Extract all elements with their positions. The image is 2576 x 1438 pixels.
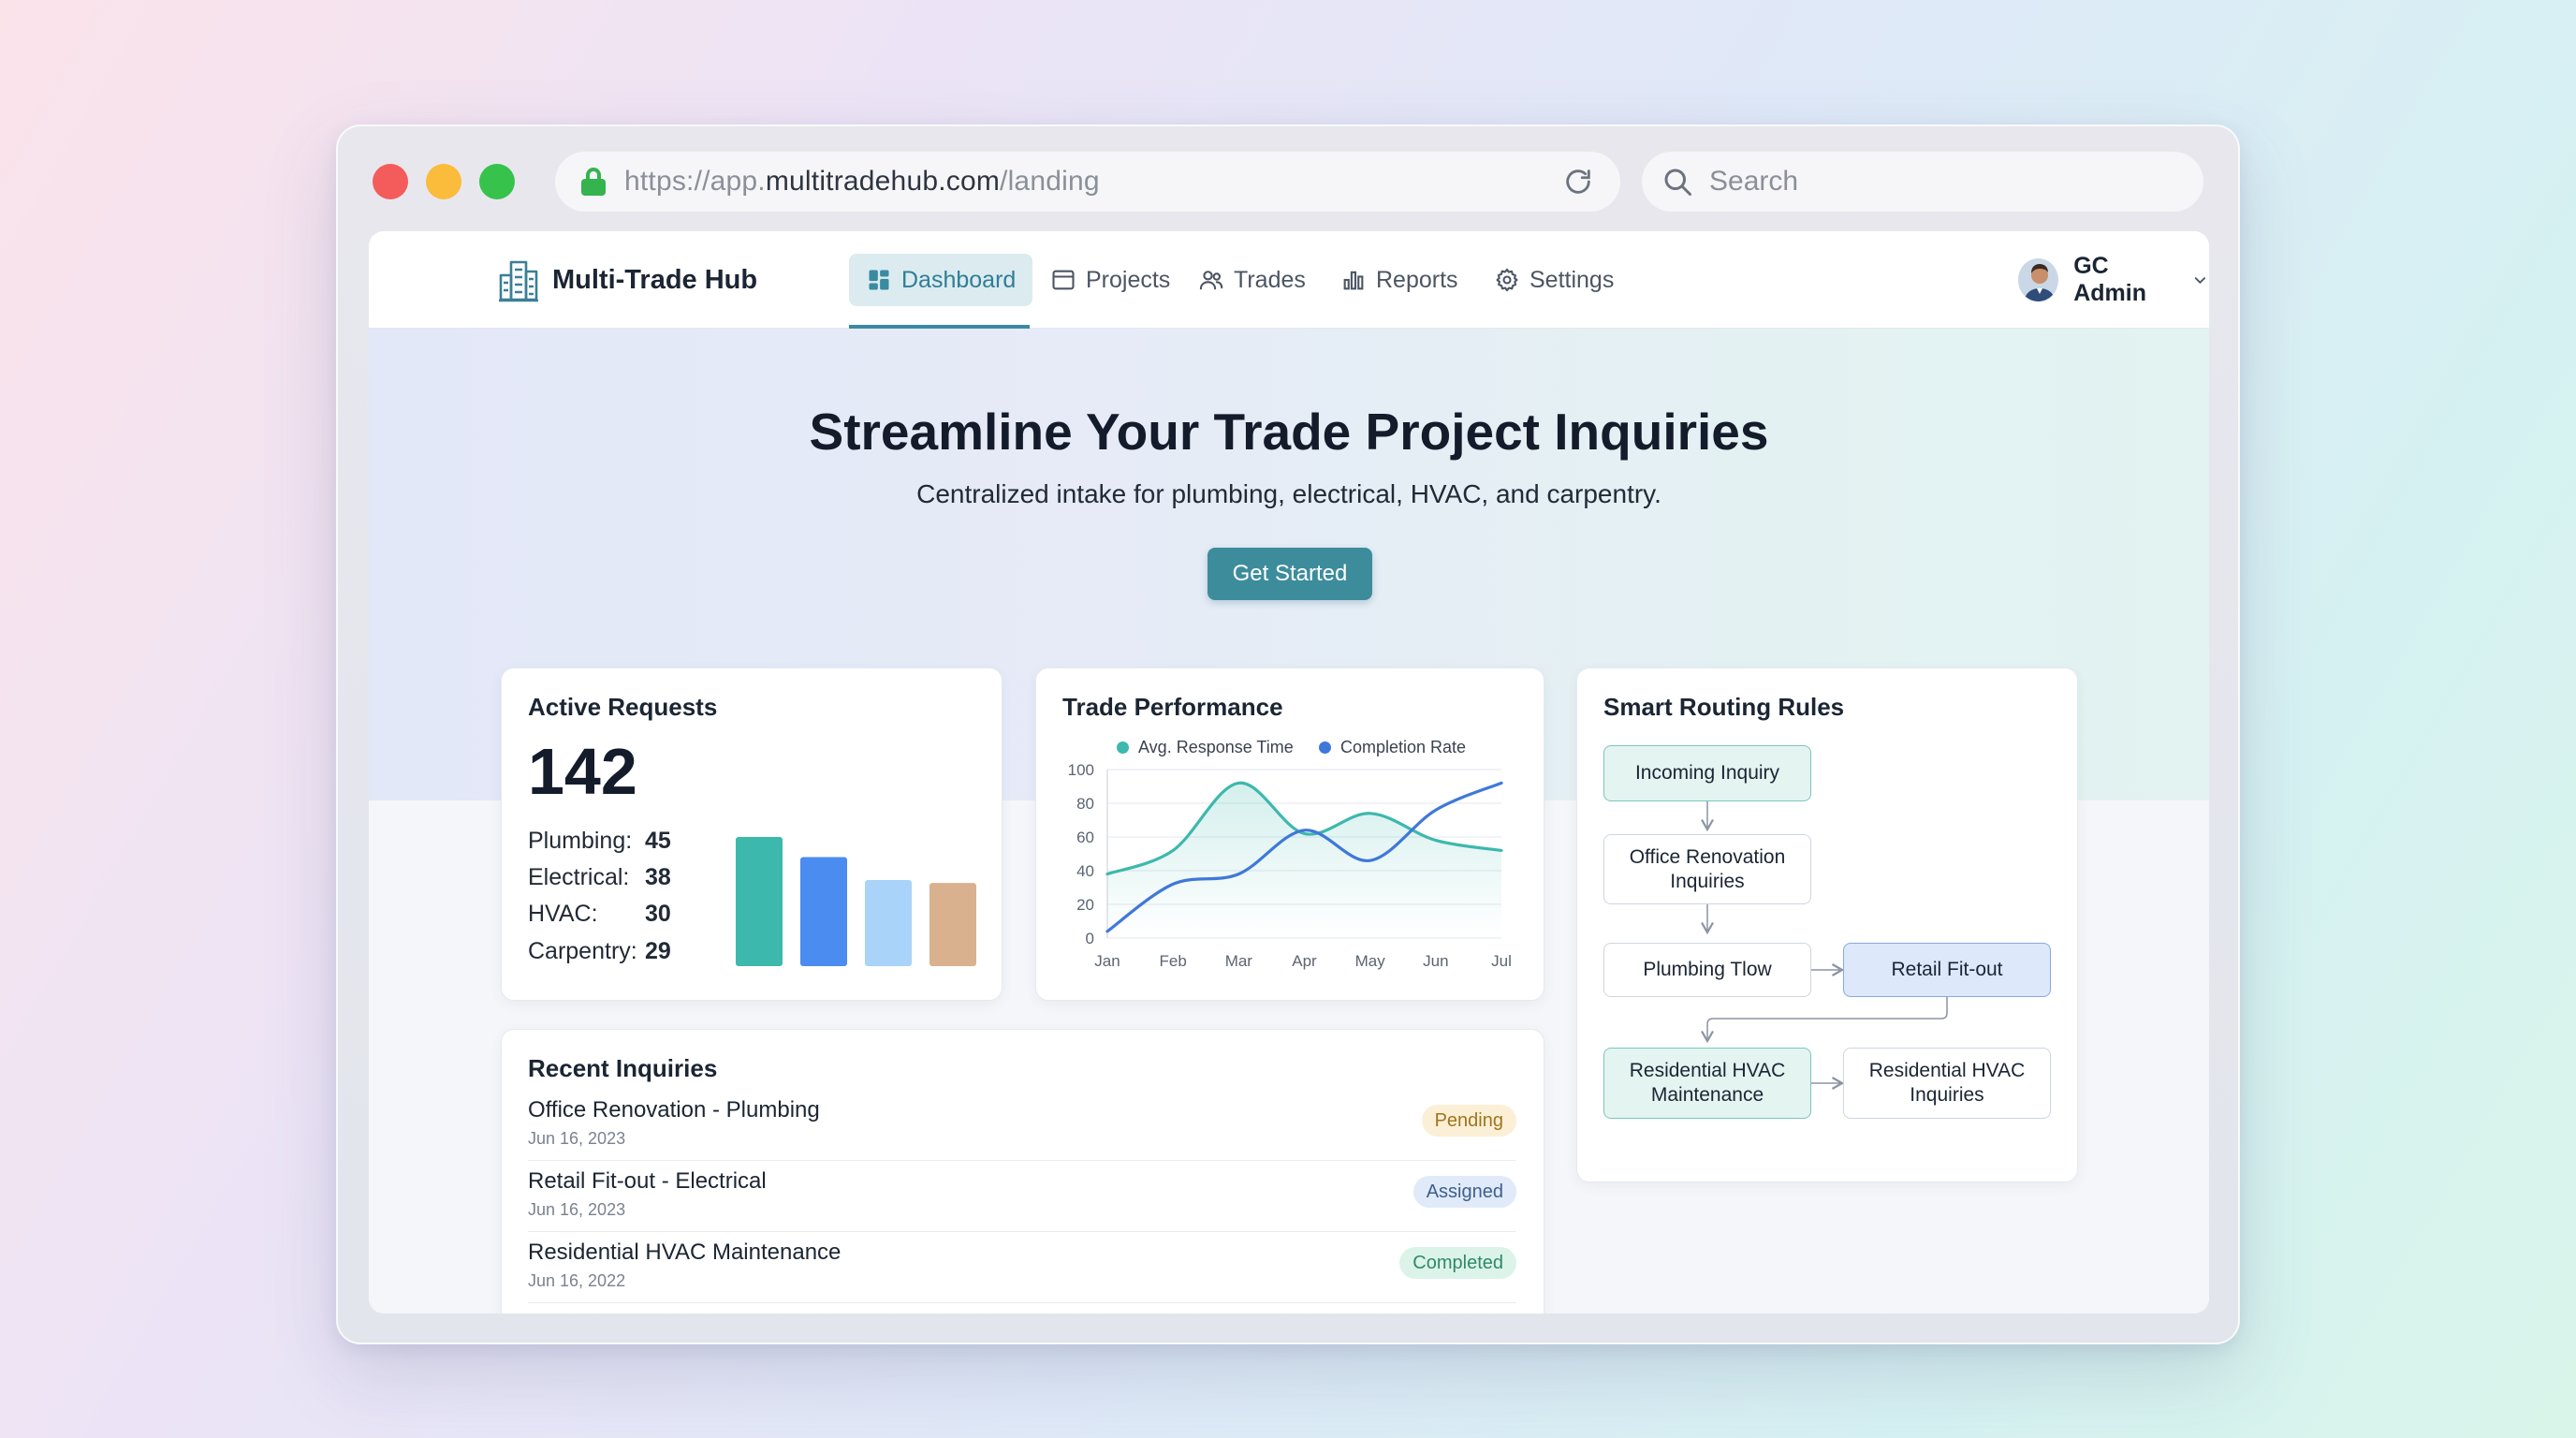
flow-node-residential-hvac-inquiries[interactable]: Residential HVAC Inquiries: [1843, 1048, 2051, 1119]
brand-name: Multi-Trade Hub: [552, 264, 758, 295]
flow-node-plumbing-flow[interactable]: Plumbing Tlow: [1603, 943, 1811, 997]
bar-electrical: [800, 857, 847, 966]
y-tick-label: 20: [1076, 896, 1094, 914]
trade-performance-card: Trade Performance Avg. Response Time Com…: [1035, 668, 1544, 1001]
nav-dashboard[interactable]: Dashboard: [849, 254, 1033, 306]
reload-icon[interactable]: [1562, 166, 1594, 198]
inquiry-title: Office Renovation - Plumbing: [528, 1097, 820, 1123]
minimize-window-button[interactable]: [426, 164, 461, 199]
lock-icon: [581, 168, 606, 196]
hero-title: Streamline Your Trade Project Inquiries: [809, 403, 1769, 461]
y-tick-label: 40: [1076, 862, 1094, 880]
address-bar[interactable]: https://app.multitradehub.com/landing: [555, 152, 1620, 212]
inquiry-date: Jun 16, 2022: [528, 1271, 626, 1290]
trade-row-hvac: HVAC: 30: [528, 901, 671, 927]
brand[interactable]: Multi-Trade Hub: [498, 254, 757, 306]
maximize-window-button[interactable]: [479, 164, 515, 199]
nav-settings-label: Settings: [1530, 266, 1615, 293]
bar-plumbing: [736, 837, 783, 966]
active-requests-card: Active Requests 142 Plumbing: 45 Electric…: [501, 668, 1003, 1001]
status-badge: Pending: [1421, 1105, 1516, 1137]
top-navbar: Multi-Trade Hub Dashboard Projects Trade…: [369, 231, 2209, 329]
bar-hvac: [865, 880, 912, 966]
status-badge: Assigned: [1412, 1176, 1516, 1208]
inquiry-row[interactable]: Retail Fit-out - Electrical Jun 16, 2023…: [528, 1161, 1516, 1232]
inquiry-row[interactable]: Residential HVAC Maintenance Jun 16, 202…: [528, 1232, 1516, 1303]
nav-trades[interactable]: Trades: [1181, 254, 1323, 306]
y-tick-label: 100: [1068, 762, 1094, 779]
x-tick-label: Apr: [1292, 952, 1317, 970]
nav-projects-label: Projects: [1086, 266, 1171, 293]
x-tick-label: Jan: [1094, 952, 1120, 970]
user-menu[interactable]: GC Admin: [2018, 253, 2209, 306]
nav-dashboard-label: Dashboard: [901, 266, 1017, 293]
inquiry-date: Jun 16, 2023: [528, 1200, 626, 1219]
building-logo-icon: [499, 260, 538, 302]
trade-performance-chart: 100 80 60 40 20 0Jan Feb Mar Apr May Jun Jul: [1068, 762, 1512, 970]
legend-completion-rate: Completion Rate: [1319, 738, 1466, 757]
dashboard-icon: [869, 270, 889, 290]
inquiry-title: Residential HVAC Maintenance: [528, 1240, 842, 1265]
x-tick-label: Mar: [1225, 952, 1253, 970]
x-tick-label: Jul: [1491, 952, 1512, 970]
flow-node-office-renovation[interactable]: Office Renovation Inquiries: [1603, 834, 1811, 904]
x-tick-label: Feb: [1160, 952, 1187, 970]
get-started-button[interactable]: Get Started: [1208, 548, 1372, 600]
nav-reports-label: Reports: [1376, 266, 1458, 293]
hero-subtitle: Centralized intake for plumbing, electri…: [916, 479, 1661, 508]
window-icon: [1052, 270, 1075, 290]
requests-bar-chart: [736, 837, 976, 966]
web-page: Multi-Trade Hub Dashboard Projects Trade…: [369, 231, 2209, 1313]
inquiry-date: Jun 16, 2023: [528, 1129, 626, 1148]
browser-window: https://app.multitradehub.com/landing Se…: [336, 125, 2240, 1344]
smart-routing-card: Smart Routing Rules Incoming Inquiry Off…: [1576, 668, 2078, 1182]
user-name: GC Admin: [2073, 253, 2146, 306]
legend-response-time: Avg. Response Time: [1117, 738, 1294, 757]
bar-chart-icon: [1343, 271, 1364, 290]
status-badge: Completed: [1399, 1247, 1516, 1279]
y-tick-label: 0: [1086, 930, 1094, 947]
recent-inquiries-card: Recent Inquiries Office Renovation - Plu…: [501, 1029, 1544, 1313]
gear-icon: [1496, 268, 1518, 292]
x-tick-label: Jun: [1423, 952, 1448, 970]
recent-inquiries-title: Recent Inquiries: [528, 1054, 718, 1082]
nav-reports[interactable]: Reports: [1324, 254, 1475, 306]
search-placeholder: Search: [1709, 166, 1799, 197]
chevron-down-icon: [2194, 277, 2206, 285]
nav-trades-label: Trades: [1234, 266, 1306, 293]
trade-row-electrical: Electrical: 38: [528, 864, 671, 890]
active-requests-total: 142: [528, 735, 637, 808]
flow-node-residential-hvac-maintenance[interactable]: Residential HVAC Maintenance: [1603, 1048, 1811, 1119]
y-tick-label: 80: [1076, 795, 1094, 813]
active-tab-indicator: [849, 325, 1030, 329]
trade-row-carpentry: Carpentry: 29: [528, 938, 671, 964]
flow-node-incoming-inquiry[interactable]: Incoming Inquiry: [1603, 745, 1811, 801]
flow-node-retail-fit-out[interactable]: Retail Fit-out: [1843, 943, 2051, 997]
active-requests-title: Active Requests: [528, 693, 718, 721]
nav-settings[interactable]: Settings: [1477, 254, 1631, 306]
inquiry-row[interactable]: Office Renovation - Plumbing Jun 16, 202…: [528, 1090, 1516, 1161]
nav-projects[interactable]: Projects: [1033, 254, 1187, 306]
trade-row-plumbing: Plumbing: 45: [528, 828, 671, 854]
users-icon: [1199, 271, 1223, 290]
inquiry-title: Retail Fit-out - Electrical: [528, 1168, 767, 1194]
url-text: https://app.multitradehub.com/landing: [624, 166, 1100, 197]
chart-title: Trade Performance: [1062, 693, 1283, 721]
legend-dot: [1117, 741, 1129, 754]
browser-search-field[interactable]: Search: [1642, 152, 2203, 212]
x-tick-label: May: [1355, 952, 1386, 970]
y-tick-label: 60: [1076, 829, 1094, 846]
bar-carpentry: [929, 883, 976, 966]
search-icon: [1664, 169, 1691, 196]
close-window-button[interactable]: [373, 164, 408, 199]
avatar: [2018, 258, 2059, 301]
legend-dot: [1319, 741, 1331, 754]
